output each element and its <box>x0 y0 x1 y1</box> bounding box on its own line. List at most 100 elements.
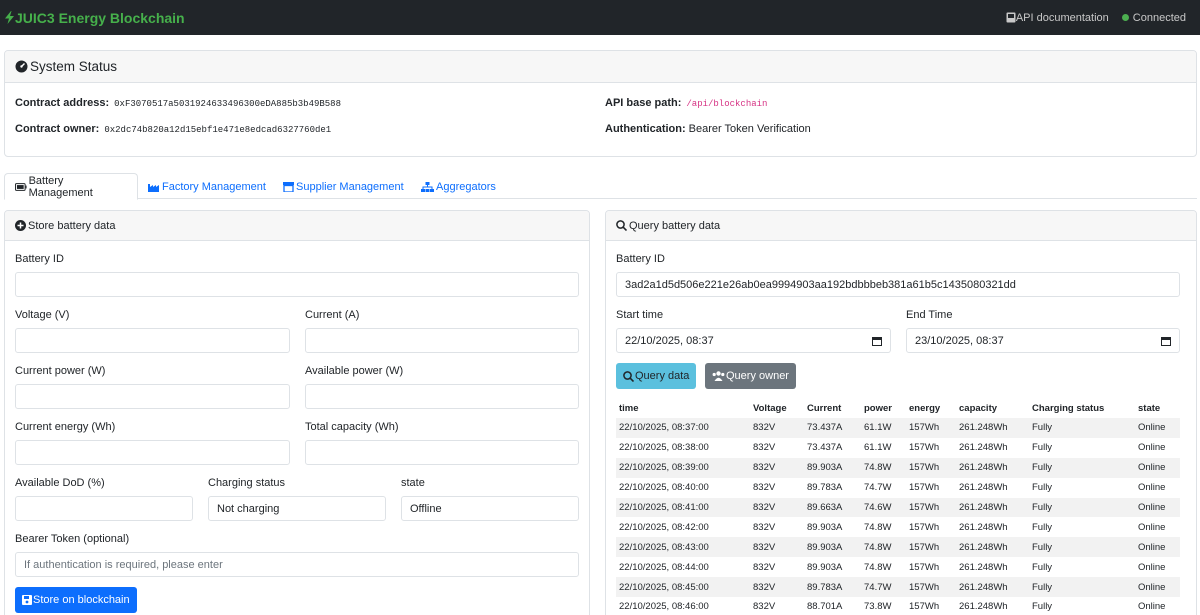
table-cell: 88.701A <box>807 601 843 613</box>
dod-input[interactable] <box>15 496 193 521</box>
table-cell: Fully <box>1032 561 1053 573</box>
tab-battery-management[interactable]: Battery Management <box>4 173 138 200</box>
query-battery-id-input[interactable]: 3ad2a1d5d506e221e26ab0ea9994903aa192bdbb… <box>616 272 1180 297</box>
brand[interactable]: JUIC3 Energy Blockchain <box>5 10 185 26</box>
column-header: Voltage <box>753 403 787 414</box>
tab-aggregators[interactable]: Aggregators <box>411 173 506 200</box>
battery-id-input[interactable] <box>15 272 579 297</box>
table-row: 22/10/2025, 08:38:00 832V 73.437A 61.1W 157W… <box>616 438 1180 458</box>
query-data-button[interactable]: Query data <box>616 363 697 389</box>
current-input[interactable] <box>305 328 579 353</box>
table-cell: 261.248Wh <box>959 601 1008 613</box>
table-cell: 832V <box>750 418 804 438</box>
table-cell: 73.437A <box>807 442 843 454</box>
table-cell: 832V <box>753 442 776 454</box>
table-cell: 89.903A <box>807 521 843 533</box>
current-power-label: Current power (W) <box>15 365 106 377</box>
charging-status-label: Charging status <box>208 477 286 489</box>
column-header: power <box>864 403 892 414</box>
table-row: 22/10/2025, 08:40:00 832V 89.783A 74.7W 157W… <box>616 478 1180 498</box>
table-cell: 832V <box>750 457 804 478</box>
current-energy-label: Current energy (Wh) <box>15 421 116 433</box>
start-time-label: Start time <box>616 309 664 321</box>
search-icon <box>623 370 634 382</box>
end-time-input[interactable]: 23/10/2025, 08:37 <box>906 328 1180 353</box>
state-label: state <box>401 477 425 489</box>
table-row: 22/10/2025, 08:44:00 832V 89.903A 74.8W 157W… <box>616 557 1180 577</box>
save-icon <box>22 595 32 605</box>
end-time-label: End Time <box>906 309 953 321</box>
system-status-title: System Status <box>30 59 118 74</box>
store-on-blockchain-button[interactable]: Store on blockchain <box>15 587 137 613</box>
brand-title: JUIC3 Energy Blockchain <box>15 9 185 26</box>
available-power-label: Available power (W) <box>305 365 404 377</box>
table-cell: 261.248Wh <box>956 497 1029 518</box>
tab-label: Factory Management <box>162 180 266 193</box>
table-cell: 74.8W <box>861 537 906 558</box>
store-on-blockchain-label: Store on blockchain <box>33 594 130 606</box>
table-cell: 832V <box>753 601 776 613</box>
charging-status-select[interactable]: Not charging <box>208 496 386 521</box>
table-cell: Online <box>1135 457 1180 478</box>
api-base-path-value: /api/blockchain <box>686 99 768 109</box>
voltage-input[interactable] <box>15 328 290 353</box>
current-power-input[interactable] <box>15 384 290 409</box>
table-cell: Online <box>1138 442 1166 454</box>
api-documentation-link[interactable]: API documentation <box>1006 12 1109 24</box>
contract-address-label: Contract address: <box>15 97 110 109</box>
table-header-row: time Voltage Current power energy capaci… <box>616 399 1180 418</box>
table-row: 22/10/2025, 08:46:00 832V 88.701A 73.8W 157W… <box>616 597 1180 615</box>
calendar-icon[interactable] <box>872 336 882 346</box>
table-cell: Fully <box>1029 497 1135 518</box>
connected-status-dot <box>1121 14 1129 21</box>
available-power-input[interactable] <box>305 384 579 409</box>
table-row: 22/10/2025, 08:39:00 832V 89.903A 74.8W 157W… <box>616 457 1180 478</box>
table-row: 22/10/2025, 08:41:00 832V 89.663A 74.6W 157W… <box>616 497 1180 518</box>
table-cell: Fully <box>1032 521 1053 533</box>
network-icon <box>421 181 434 192</box>
table-cell: 61.1W <box>861 418 906 438</box>
current-energy-input[interactable] <box>15 440 290 465</box>
table-cell: 89.663A <box>804 497 861 518</box>
column-header: Charging status <box>1032 403 1105 414</box>
bearer-token-input[interactable]: If authentication is required, please en… <box>15 552 579 577</box>
table-row: 22/10/2025, 08:45:00 832V 89.783A 74.7W 157W… <box>616 577 1180 598</box>
management-tabs: Battery Management Factory Management Su… <box>4 173 1197 200</box>
bearer-token-label: Bearer Token (optional) <box>15 533 130 545</box>
total-capacity-input[interactable] <box>305 440 579 465</box>
table-cell: 22/10/2025, 08:44:00 <box>619 561 709 573</box>
api-documentation-label: API documentation <box>1015 11 1109 24</box>
total-capacity-label: Total capacity (Wh) <box>305 421 399 433</box>
dod-label: Available DoD (%) <box>15 477 105 489</box>
tab-supplier-management[interactable]: Supplier Management <box>273 173 414 200</box>
start-time-value: 22/10/2025, 08:37 <box>625 334 714 347</box>
table-cell: 22/10/2025, 08:37:00 <box>616 418 750 438</box>
table-cell: Online <box>1138 521 1166 533</box>
state-select[interactable]: Offline <box>401 496 579 521</box>
table-cell: 832V <box>750 497 804 518</box>
table-cell: 89.903A <box>804 457 861 478</box>
table-cell: 832V <box>753 561 776 573</box>
table-cell: 22/10/2025, 08:42:00 <box>619 521 709 533</box>
table-cell: Fully <box>1029 457 1135 478</box>
table-cell: Fully <box>1029 537 1135 558</box>
query-owner-button[interactable]: Query owner <box>705 363 796 389</box>
tab-label: Supplier Management <box>296 180 404 193</box>
query-data-label: Query data <box>635 370 690 382</box>
table-cell: 22/10/2025, 08:40:00 <box>619 482 709 494</box>
table-cell: 74.7W <box>864 482 892 494</box>
table-cell: 261.248Wh <box>956 457 1029 478</box>
start-time-input[interactable]: 22/10/2025, 08:37 <box>616 328 891 353</box>
query-battery-id-label: Battery ID <box>616 253 665 265</box>
box-icon <box>283 181 294 192</box>
tab-factory-management[interactable]: Factory Management <box>138 173 276 200</box>
table-cell: Online <box>1135 497 1180 518</box>
table-row: 22/10/2025, 08:37:00 832V 73.437A 61.1W 157W… <box>616 418 1180 438</box>
query-battery-card: Query battery data Battery ID 3ad2a1d5d5… <box>605 210 1197 615</box>
calendar-icon[interactable] <box>1161 336 1171 346</box>
table-cell: 61.1W <box>864 442 892 454</box>
contract-owner-value: 0x2dc74b820a12d15ebf1e471e8edcad6327760d… <box>104 125 332 135</box>
plus-circle-icon <box>15 220 26 231</box>
table-cell: Online <box>1138 601 1166 613</box>
table-row: 22/10/2025, 08:43:00 832V 89.903A 74.8W 157W… <box>616 537 1180 558</box>
